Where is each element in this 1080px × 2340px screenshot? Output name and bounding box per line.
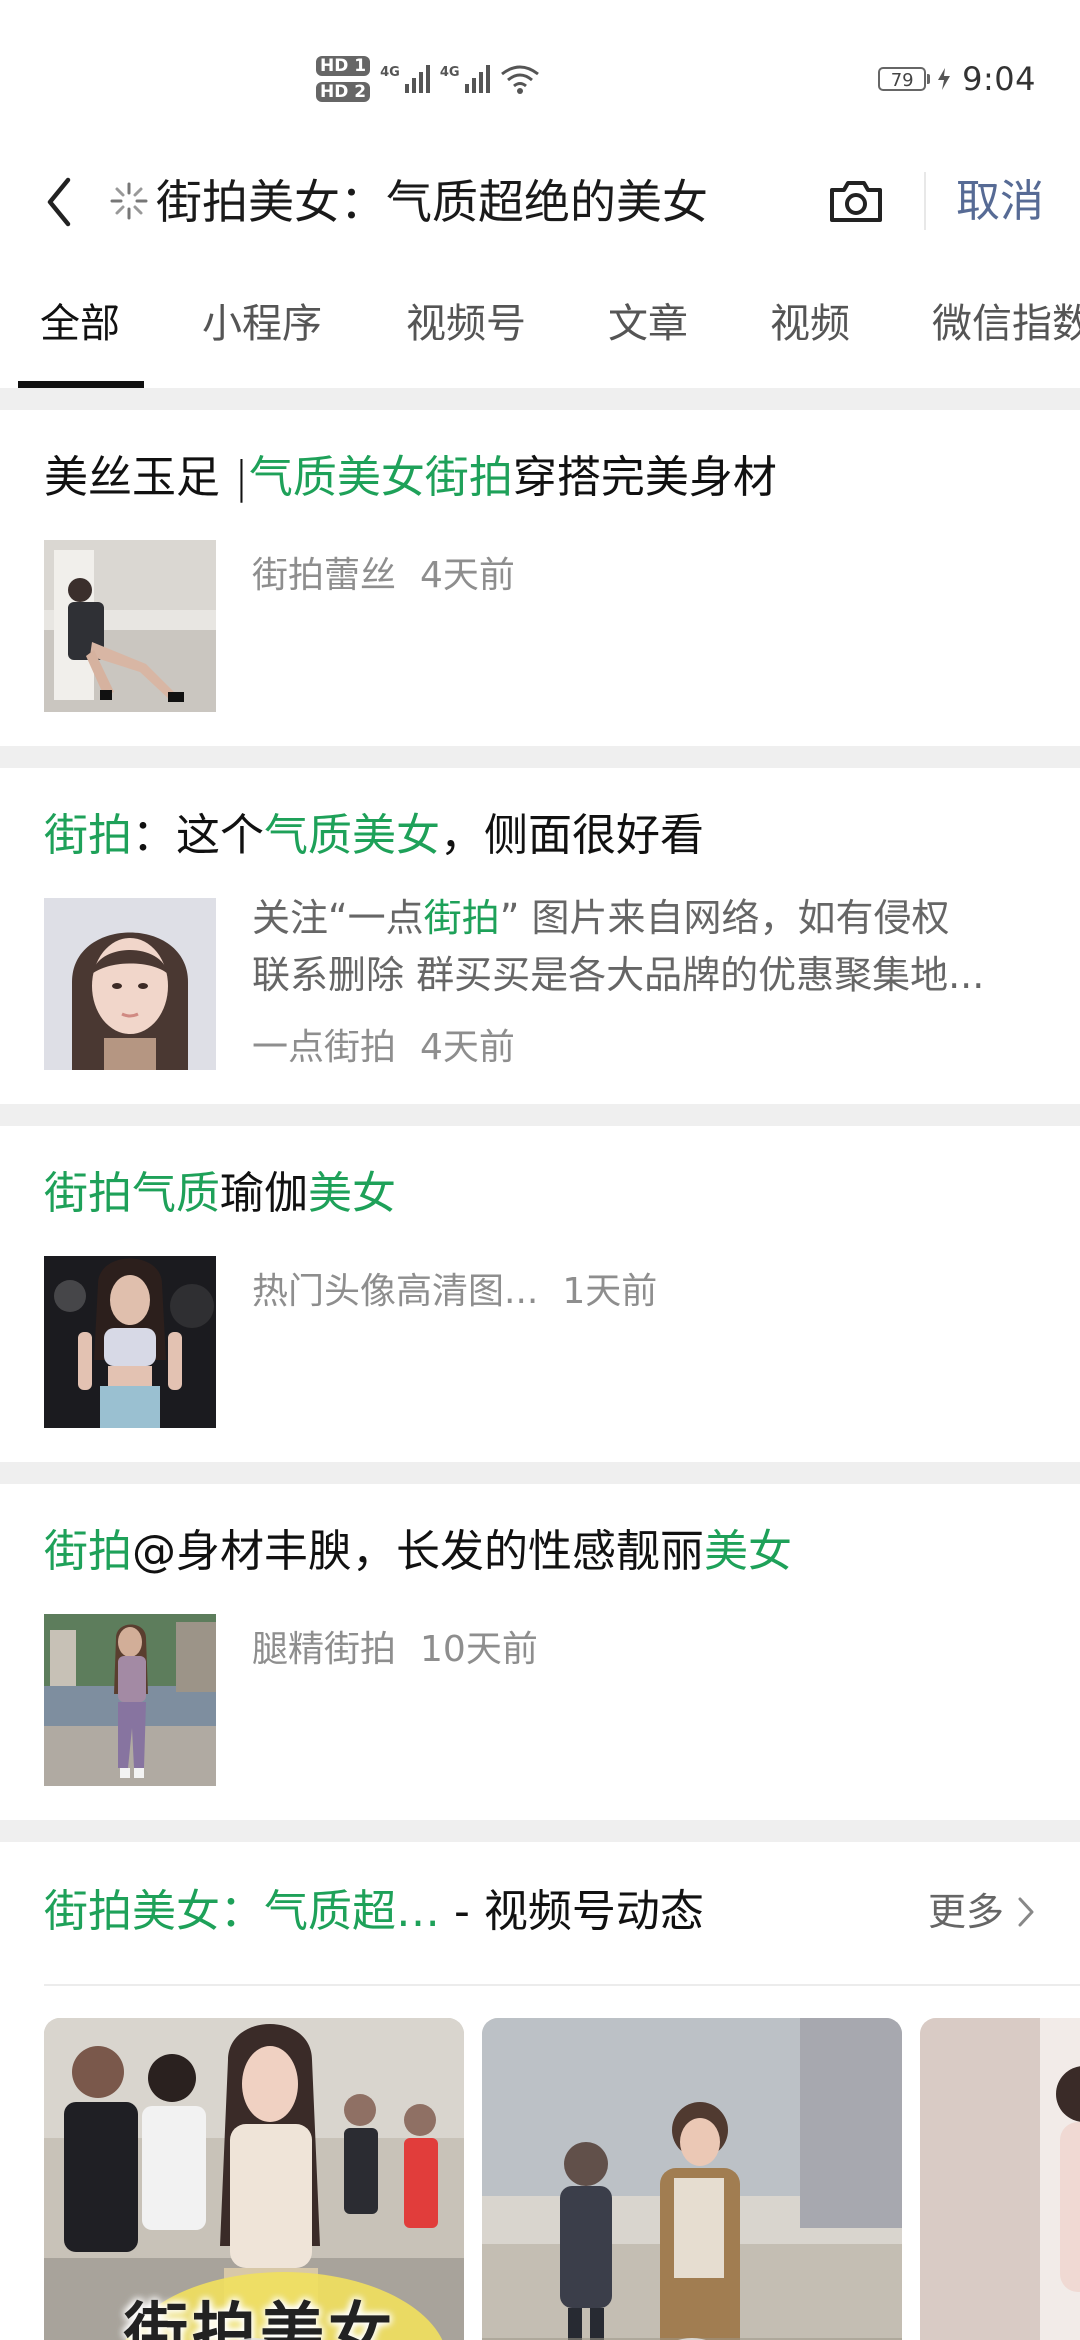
title-highlight: 街拍 — [44, 1526, 132, 1577]
video-section-highlight: 街拍美女：气质超… — [44, 1886, 440, 1937]
title-text: 美丝玉足 — [44, 452, 234, 503]
video-card-1[interactable]: 街拍美女 — [44, 2018, 464, 2340]
search-input[interactable]: 街拍美女：气质超绝的美女 — [156, 164, 716, 240]
network-label-2: 4G — [439, 65, 460, 80]
tab-videos[interactable]: 视频 — [770, 260, 850, 388]
battery-level: 79 — [878, 67, 927, 91]
result-title[interactable]: 街拍@身材丰腴，长发的性感靓丽美女 — [44, 1522, 1044, 1582]
result-time: 4天前 — [420, 1027, 515, 1068]
summary-line-1: 关注“一点街拍” 图片来自网络，如有侵权 — [252, 890, 1042, 947]
status-time: 9:04 — [962, 60, 1036, 98]
signal-group-1: 4G — [380, 65, 430, 93]
tab-channels[interactable]: 视频号 — [406, 260, 526, 388]
status-right: 79 9:04 — [878, 60, 1036, 98]
title-text: ，侧面很好看 — [440, 810, 704, 861]
more-label: 更多 — [927, 1890, 1004, 1934]
result-source: 热门头像高清图... — [252, 1271, 539, 1312]
result-source: 一点街拍 — [252, 1027, 397, 1068]
wifi-icon — [500, 63, 540, 95]
tab-articles[interactable]: 文章 — [608, 260, 688, 388]
title-text: ：这个 — [132, 810, 264, 861]
video-section-divider — [44, 1984, 1080, 1986]
status-left: HD 1 HD 2 4G 4G — [316, 44, 540, 114]
search-tabs: 全部 小程序 视频号 文章 视频 微信指数 — [0, 260, 1080, 388]
result-thumbnail[interactable] — [44, 1614, 216, 1786]
result-card-4[interactable]: 街拍@身材丰腴，长发的性感靓丽美女 腿精街拍 10天前 — [0, 1484, 1080, 1820]
title-highlight: 美女 — [704, 1526, 792, 1577]
battery-indicator: 79 — [878, 67, 952, 91]
video-card-2[interactable] — [482, 2018, 902, 2340]
network-label-1: 4G — [380, 65, 400, 80]
tab-wechat-index[interactable]: 微信指数 — [932, 260, 1080, 388]
more-button[interactable]: 更多 — [928, 1864, 1036, 1960]
summary-text: ” 图片来自网络，如有侵权 — [499, 896, 950, 940]
result-meta: 热门头像高清图... 1天前 — [252, 1262, 657, 1314]
result-time: 1天前 — [562, 1271, 658, 1312]
result-thumbnail[interactable] — [44, 540, 216, 712]
hd-bottom-badge: HD 2 — [316, 82, 371, 102]
summary-highlight: 街拍 — [423, 896, 500, 940]
result-thumbnail[interactable] — [44, 898, 216, 1070]
chevron-right-icon — [1018, 1897, 1034, 1927]
title-highlight: 街拍气质 — [44, 1168, 220, 1219]
title-text: 穿搭完美身材 — [512, 452, 777, 503]
result-time: 4天前 — [420, 555, 515, 596]
result-card-1[interactable]: 美丝玉足 |气质美女街拍穿搭完美身材 街拍蕾丝 4天前 — [0, 410, 1080, 746]
hd-top-badge: HD 1 — [316, 56, 371, 76]
camera-button[interactable] — [820, 170, 892, 232]
video-card-3[interactable] — [920, 2018, 1080, 2340]
video-overlay-title: 街拍美女 — [124, 2297, 396, 2340]
result-summary: 关注“一点街拍” 图片来自网络，如有侵权 联系删除 群买买是各大品牌的优惠聚集地… — [252, 890, 1042, 1004]
result-source: 腿精街拍 — [252, 1629, 397, 1670]
signal-icon — [464, 65, 490, 93]
title-highlight: 街拍 — [44, 810, 132, 861]
result-time: 10天前 — [420, 1629, 538, 1670]
title-highlight: 气质美女 — [264, 810, 440, 861]
cancel-button[interactable]: 取消 — [956, 166, 1044, 238]
camera-icon — [830, 181, 882, 222]
header-divider — [924, 172, 926, 230]
summary-text: 关注“一点 — [252, 896, 424, 940]
result-title[interactable]: 街拍：这个气质美女，侧面很好看 — [44, 806, 1044, 866]
result-meta: 一点街拍 4天前 — [252, 1018, 515, 1070]
title-highlight: 气质美女街拍 — [248, 452, 513, 503]
hd-indicators: HD 1 HD 2 — [316, 56, 371, 102]
video-section-suffix: - 视频号动态 — [440, 1886, 704, 1937]
active-tab-indicator — [18, 381, 144, 388]
title-highlight: 美女 — [308, 1168, 396, 1219]
video-section-title[interactable]: 街拍美女：气质超… - 视频号动态 — [44, 1864, 704, 1960]
tab-mini-program[interactable]: 小程序 — [202, 260, 322, 388]
tab-all[interactable]: 全部 — [40, 260, 120, 388]
battery-tip — [927, 74, 931, 84]
result-title[interactable]: 美丝玉足 |气质美女街拍穿搭完美身材 — [44, 448, 1044, 508]
loading-spinner-icon — [104, 176, 154, 226]
title-text: 瑜伽 — [220, 1168, 308, 1219]
title-text: @身材丰腴，长发的性感靓丽 — [132, 1526, 704, 1577]
signal-group-2: 4G — [440, 65, 490, 93]
signal-icon — [404, 65, 430, 93]
chevron-left-icon — [47, 177, 71, 227]
result-source: 街拍蕾丝 — [252, 555, 397, 596]
back-button[interactable] — [22, 164, 98, 240]
result-meta: 街拍蕾丝 4天前 — [252, 546, 515, 598]
search-header: 街拍美女：气质超绝的美女 取消 — [0, 150, 1080, 260]
charging-icon — [936, 67, 952, 91]
video-section: 街拍美女：气质超… - 视频号动态 更多 街拍美女 — [0, 1842, 1080, 2340]
text-cursor: | — [234, 452, 249, 503]
result-card-3[interactable]: 街拍气质瑜伽美女 热门头像高清图... 1天前 — [0, 1126, 1080, 1462]
status-bar: HD 1 HD 2 4G 4G 79 9:04 — [0, 0, 1080, 150]
result-title[interactable]: 街拍气质瑜伽美女 — [44, 1164, 1044, 1224]
summary-line-2: 联系删除 群买买是各大品牌的优惠聚集地... — [252, 953, 985, 997]
result-thumbnail[interactable] — [44, 1256, 216, 1428]
result-meta: 腿精街拍 10天前 — [252, 1620, 538, 1672]
result-card-2[interactable]: 街拍：这个气质美女，侧面很好看 关注“一点街拍” 图片来自网络，如有侵权 联系删… — [0, 768, 1080, 1104]
